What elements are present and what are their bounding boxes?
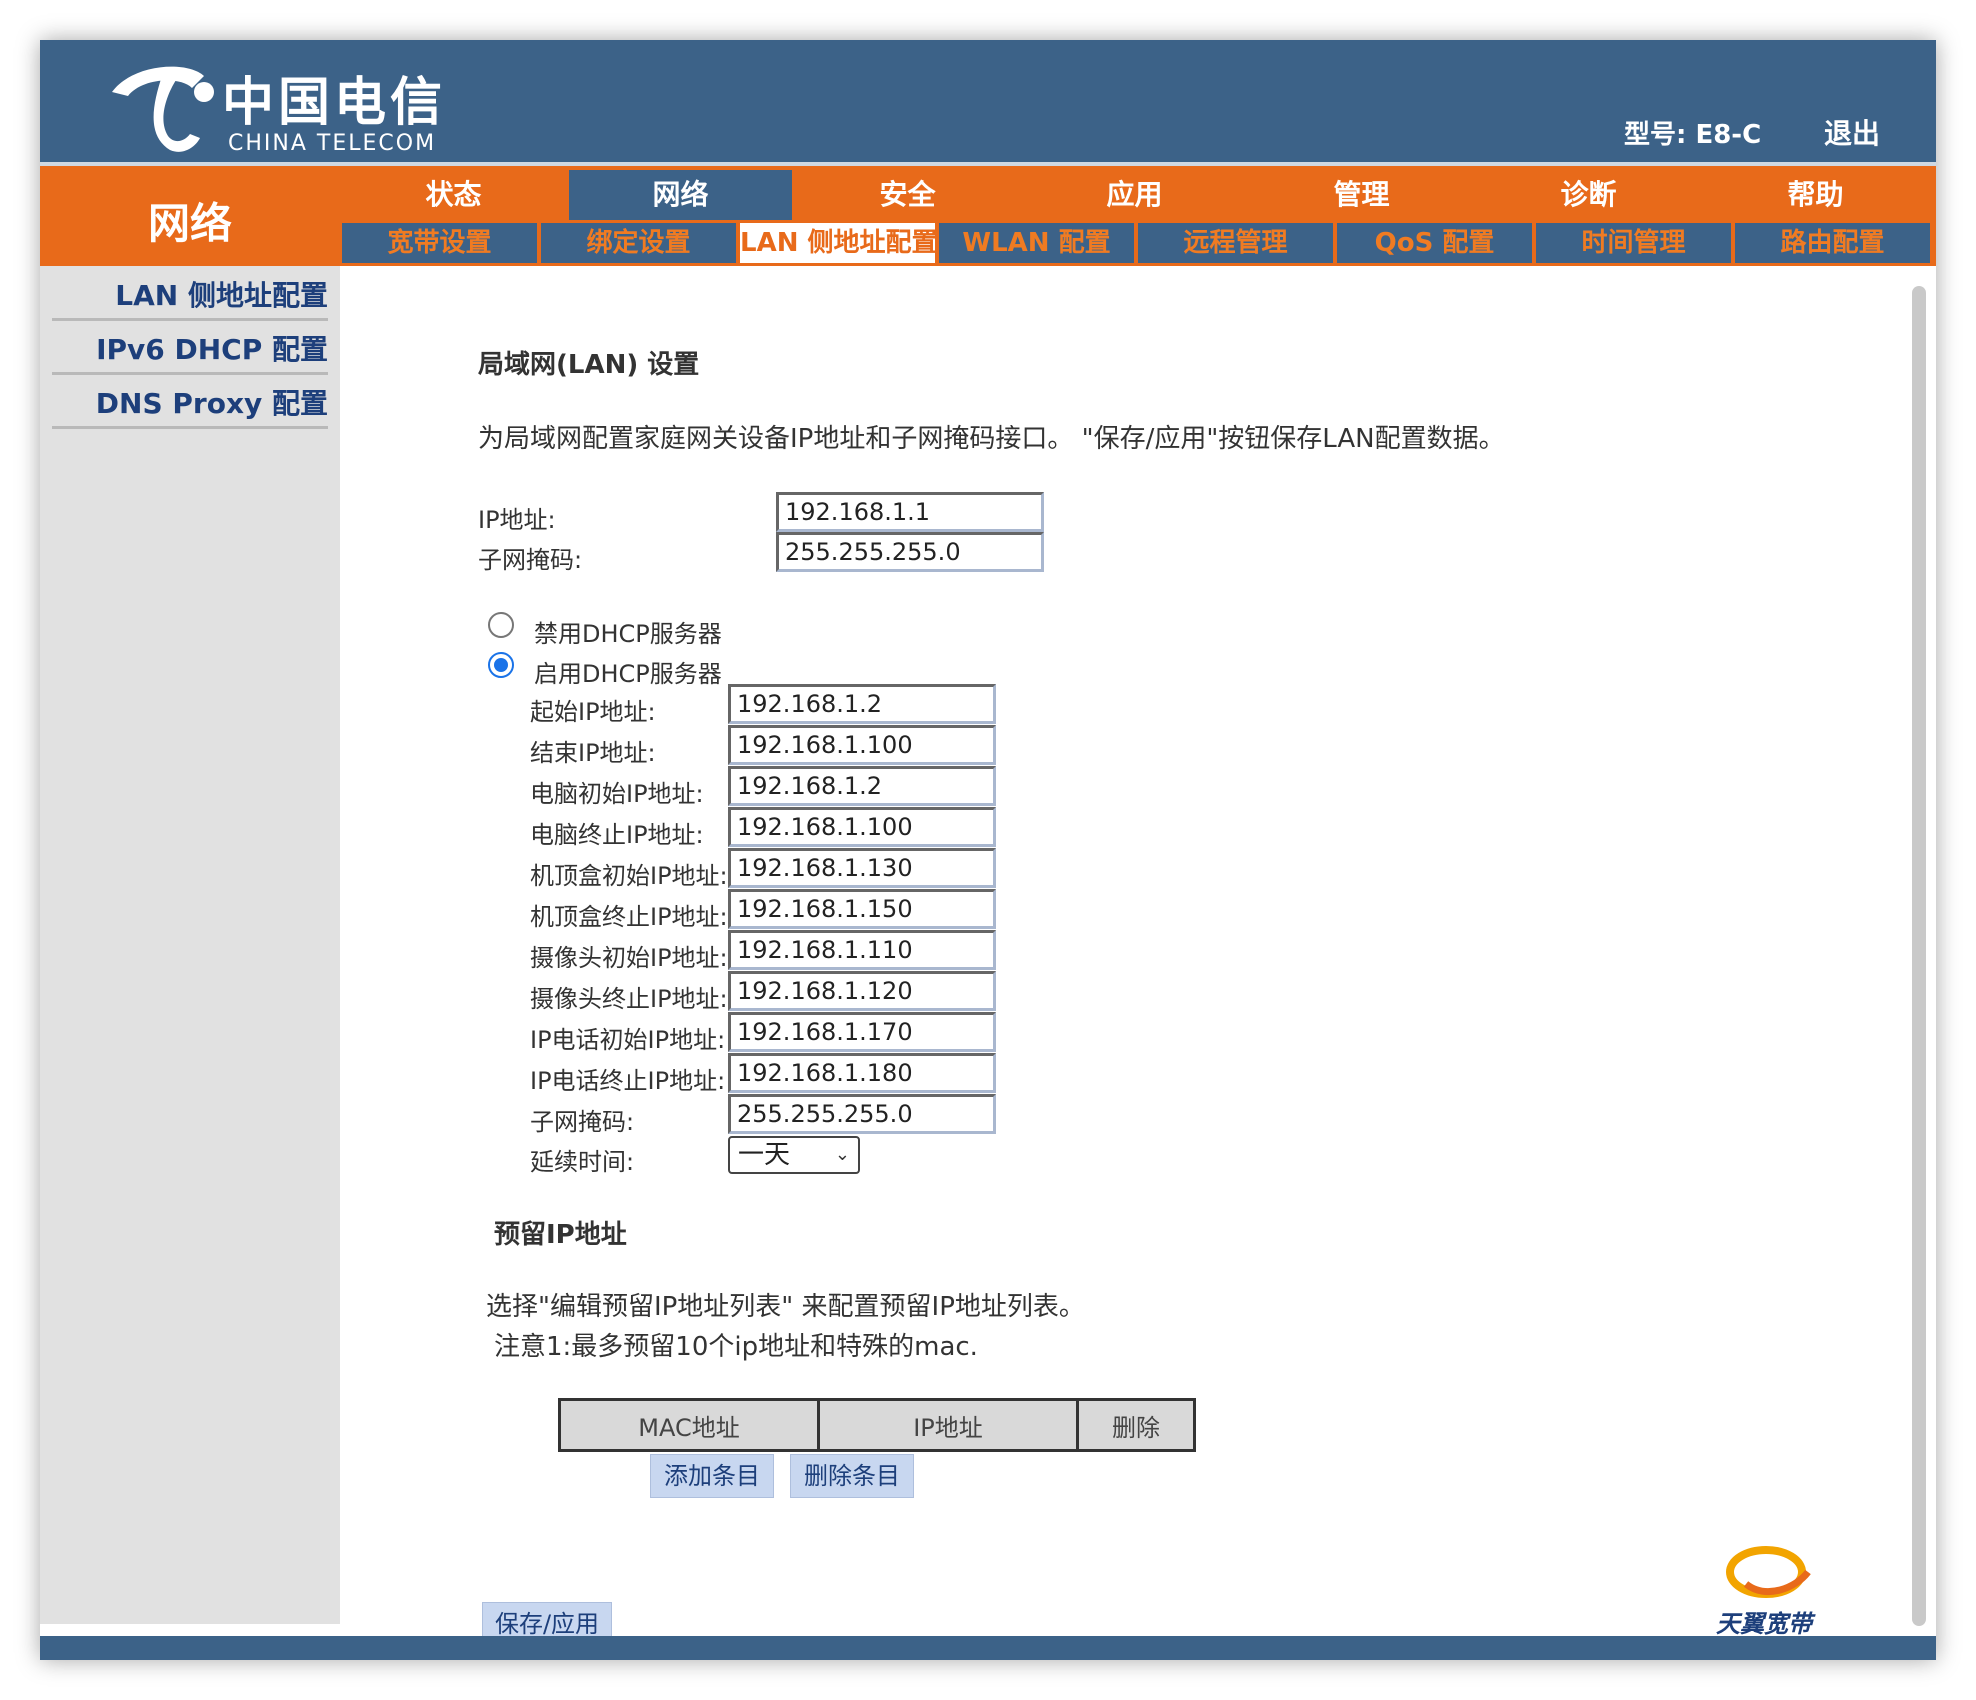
chevron-down-icon: ⌄ (834, 1144, 850, 1165)
reserved-ip-description: 选择"编辑预留IP地址列表" 来配置预留IP地址列表。 (486, 1292, 1085, 1322)
vertical-scrollbar[interactable] (1912, 286, 1926, 1626)
page-title: 局域网(LAN) 设置 (478, 350, 700, 380)
section-title: 网络 (147, 199, 232, 248)
tab-status[interactable]: 状态 (342, 170, 565, 220)
ipphone-start-ip-input[interactable]: 192.168.1.170 (728, 1012, 996, 1052)
subnet-mask-input[interactable]: 255.255.255.0 (776, 532, 1044, 572)
brand-cn-text: 中国电信 (222, 73, 446, 133)
lease-time-value: 一天 (738, 1140, 791, 1170)
dhcp-field-label: 机顶盒终止IP地址: (530, 903, 728, 931)
dhcp-field-label: 摄像头初始IP地址: (530, 944, 728, 972)
column-header-ip: IP地址 (817, 1398, 1079, 1452)
model-label: 型号: E8-C (1624, 120, 1762, 150)
brand-en-text: CHINA TELECOM (228, 131, 436, 156)
camera-end-ip-input[interactable]: 192.168.1.120 (728, 971, 996, 1011)
top-header: 中国电信 CHINA TELECOM 型号: E8-C 退出 (40, 40, 1936, 162)
pc-end-ip-input[interactable]: 192.168.1.100 (728, 807, 996, 847)
tab-application[interactable]: 应用 (1023, 170, 1246, 220)
tianyi-broadband-logo: 天翼宽带 (1716, 1546, 1816, 1638)
lease-time-select[interactable]: 一天 ⌄ (728, 1136, 860, 1174)
dhcp-field-label: 起始IP地址: (530, 698, 656, 726)
dhcp-field-label: 子网掩码: (530, 1108, 635, 1136)
subtab-broadband[interactable]: 宽带设置 (342, 223, 537, 263)
page-description: 为局域网配置家庭网关设备IP地址和子网掩码接口。 "保存/应用"按钮保存LAN配… (478, 424, 1505, 454)
dhcp-subnet-mask-input[interactable]: 255.255.255.0 (728, 1094, 996, 1134)
ip-address-label: IP地址: (478, 506, 556, 534)
china-telecom-logo: 中国电信 CHINA TELECOM (112, 66, 446, 156)
dhcp-enable-label: 启用DHCP服务器 (534, 660, 722, 688)
dhcp-disable-radio[interactable] (488, 612, 514, 638)
pc-start-ip-input[interactable]: 192.168.1.2 (728, 766, 996, 806)
subtab-remote-management[interactable]: 远程管理 (1138, 223, 1333, 263)
lease-time-label: 延续时间: (530, 1148, 635, 1176)
dhcp-enable-radio[interactable] (488, 652, 514, 678)
subtab-routing[interactable]: 路由配置 (1735, 223, 1930, 263)
sidebar-item-dns-proxy[interactable]: DNS Proxy 配置 (52, 382, 328, 429)
ipphone-end-ip-input[interactable]: 192.168.1.180 (728, 1053, 996, 1093)
reserved-ip-note: 注意1:最多预留10个ip地址和特殊的mac. (494, 1332, 978, 1362)
sidebar-item-lan-address[interactable]: LAN 侧地址配置 (52, 274, 328, 321)
subtab-lan-address[interactable]: LAN 侧地址配置 (740, 223, 935, 263)
ip-address-input[interactable]: 192.168.1.1 (776, 492, 1044, 532)
dhcp-field-label: 电脑初始IP地址: (530, 780, 704, 808)
bottom-bar (40, 1636, 1936, 1660)
main-content: 局域网(LAN) 设置 为局域网配置家庭网关设备IP地址和子网掩码接口。 "保存… (342, 276, 1894, 1646)
add-entry-button[interactable]: 添加条目 (650, 1454, 774, 1498)
tab-diagnostics[interactable]: 诊断 (1477, 170, 1700, 220)
reserved-ip-title: 预留IP地址 (494, 1220, 627, 1250)
subnet-mask-label: 子网掩码: (478, 546, 583, 574)
tab-management[interactable]: 管理 (1250, 170, 1473, 220)
stb-end-ip-input[interactable]: 192.168.1.150 (728, 889, 996, 929)
main-nav: 状态 网络 安全 应用 管理 诊断 帮助 (342, 170, 1931, 220)
tianyi-logo-text: 天翼宽带 (1716, 1610, 1816, 1638)
dhcp-field-label: 结束IP地址: (530, 739, 656, 767)
sidebar-item-ipv6-dhcp[interactable]: IPv6 DHCP 配置 (52, 328, 328, 375)
table-header-row: MAC地址 IP地址 删除 (558, 1398, 1196, 1452)
stb-start-ip-input[interactable]: 192.168.1.130 (728, 848, 996, 888)
column-header-delete: 删除 (1076, 1398, 1196, 1452)
router-admin-window: 中国电信 CHINA TELECOM 型号: E8-C 退出 网络 状态 网络 … (40, 40, 1936, 1660)
subtab-binding[interactable]: 绑定设置 (541, 223, 736, 263)
tab-network[interactable]: 网络 (569, 170, 792, 220)
dhcp-field-label: 摄像头终止IP地址: (530, 985, 728, 1013)
dhcp-end-ip-input[interactable]: 192.168.1.100 (728, 725, 996, 765)
dhcp-field-label: 电脑终止IP地址: (530, 821, 704, 849)
subtab-time-management[interactable]: 时间管理 (1536, 223, 1731, 263)
sub-nav: 宽带设置 绑定设置 LAN 侧地址配置 WLAN 配置 远程管理 QoS 配置 … (342, 223, 1934, 263)
subtab-wlan[interactable]: WLAN 配置 (939, 223, 1134, 263)
dhcp-disable-label: 禁用DHCP服务器 (534, 620, 722, 648)
nav-band-separator (40, 162, 1936, 166)
dhcp-start-ip-input[interactable]: 192.168.1.2 (728, 684, 996, 724)
tab-security[interactable]: 安全 (796, 170, 1019, 220)
sidebar: LAN 侧地址配置 IPv6 DHCP 配置 DNS Proxy 配置 (40, 266, 340, 1624)
tab-help[interactable]: 帮助 (1704, 170, 1927, 220)
reserved-ip-table: MAC地址 IP地址 删除 (558, 1398, 1196, 1452)
dhcp-field-label: IP电话终止IP地址: (530, 1067, 726, 1095)
delete-entry-button[interactable]: 删除条目 (790, 1454, 914, 1498)
subtab-qos[interactable]: QoS 配置 (1337, 223, 1532, 263)
camera-start-ip-input[interactable]: 192.168.1.110 (728, 930, 996, 970)
dhcp-field-label: 机顶盒初始IP地址: (530, 862, 728, 890)
column-header-mac: MAC地址 (558, 1398, 820, 1452)
logout-link[interactable]: 退出 (1824, 112, 1880, 152)
dhcp-field-label: IP电话初始IP地址: (530, 1026, 726, 1054)
